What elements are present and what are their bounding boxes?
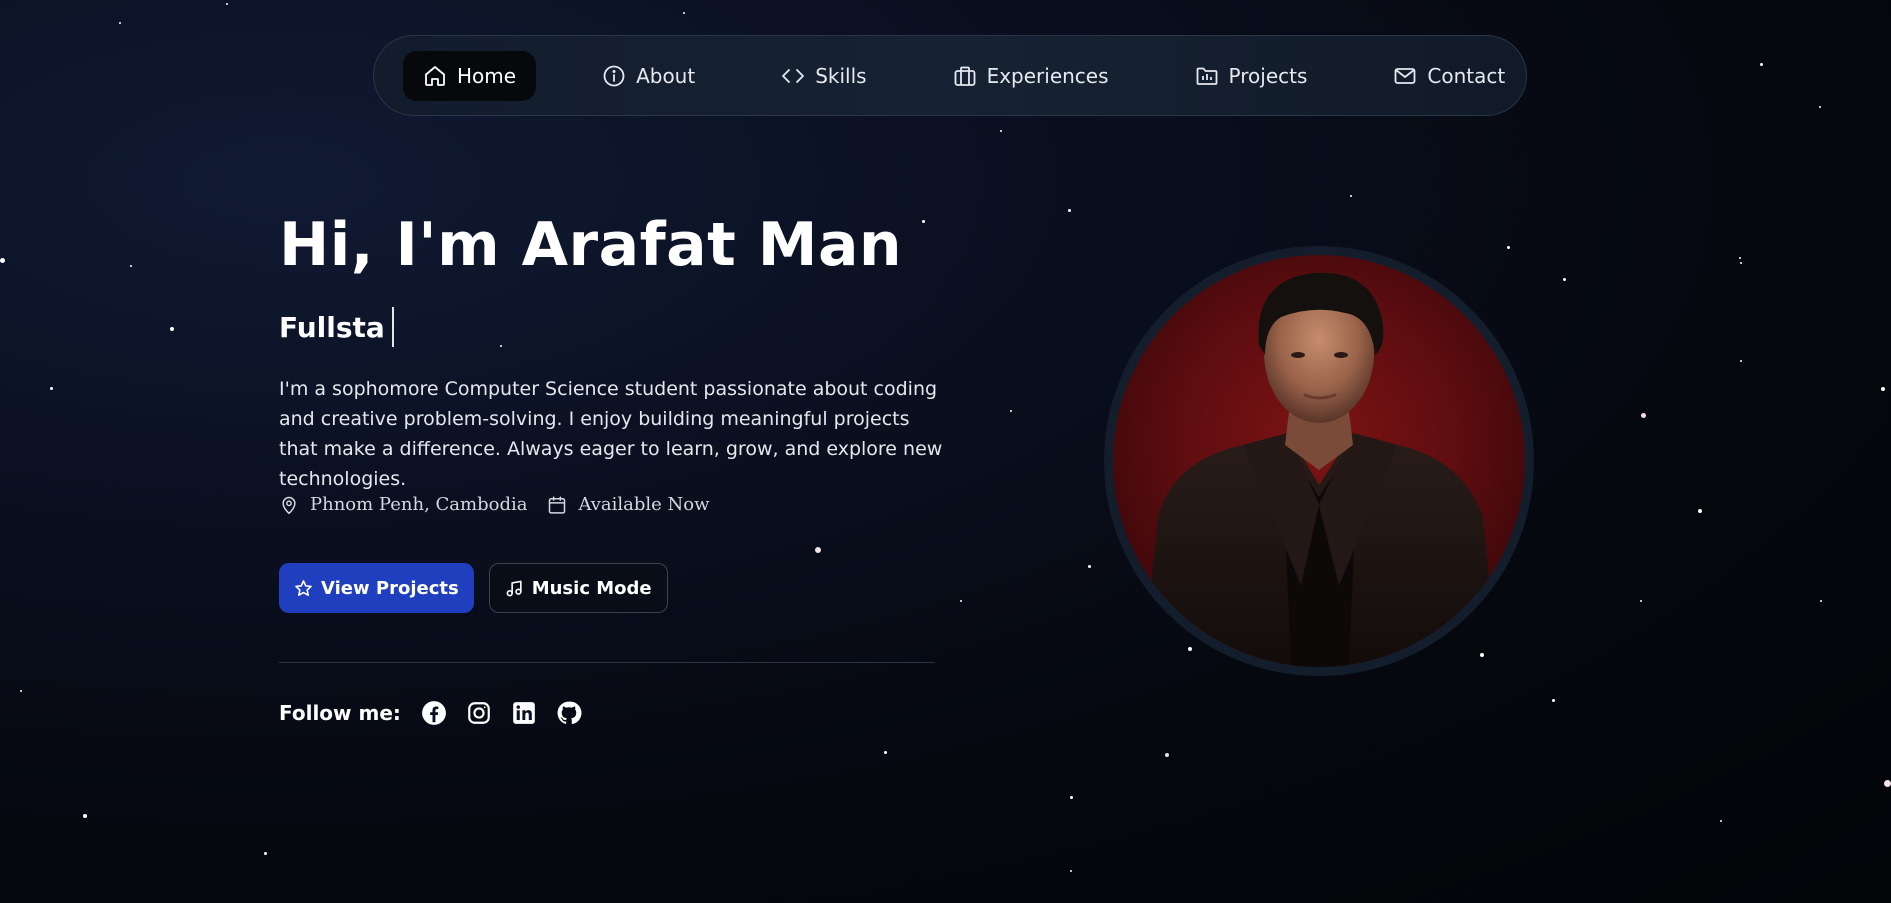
mail-icon	[1394, 67, 1416, 84]
nav-item-label: Projects	[1228, 63, 1308, 88]
star	[1641, 413, 1646, 418]
star	[1165, 753, 1169, 757]
star	[130, 265, 132, 267]
star	[1740, 360, 1742, 362]
star	[50, 387, 53, 390]
star	[1070, 796, 1073, 799]
nav-item-skills[interactable]: Skills	[761, 51, 886, 101]
nav-item-about[interactable]: About	[582, 51, 715, 101]
nav-item-experiences[interactable]: Experiences	[933, 51, 1129, 101]
typing-text: Fullsta	[279, 310, 385, 344]
info-icon	[603, 65, 625, 86]
star	[1760, 63, 1763, 66]
nav-item-projects[interactable]: Projects	[1175, 51, 1328, 101]
star	[1507, 246, 1510, 249]
folder-icon	[1196, 67, 1217, 85]
hero-actions: View Projects Music Mode	[279, 563, 668, 613]
star	[1698, 509, 1702, 513]
facebook-icon[interactable]	[421, 700, 447, 726]
star	[1188, 647, 1192, 651]
typing-caret	[391, 307, 394, 347]
github-icon[interactable]	[556, 700, 582, 726]
map-pin-icon	[282, 496, 296, 514]
star	[922, 220, 925, 223]
star	[1010, 410, 1012, 412]
nav-item-contact[interactable]: Contact	[1373, 51, 1525, 101]
star	[1070, 870, 1072, 872]
nav-item-label: About	[636, 63, 696, 88]
star	[1640, 600, 1642, 602]
view-projects-label: View Projects	[321, 577, 459, 599]
star	[1000, 130, 1002, 132]
typing-subtitle: Fullsta	[279, 307, 394, 347]
nav-item-label: Experiences	[986, 63, 1109, 88]
linkedin-icon[interactable]	[511, 700, 537, 726]
code-icon	[782, 68, 805, 83]
star	[1881, 387, 1885, 391]
location-text: Phnom Penh, Cambodia	[310, 494, 528, 515]
star	[0, 258, 5, 263]
section-divider	[279, 662, 935, 663]
music-mode-button[interactable]: Music Mode	[488, 563, 668, 613]
star	[119, 22, 121, 24]
follow-label: Follow me:	[279, 701, 401, 725]
star	[1739, 257, 1741, 259]
nav-item-label: Contact	[1427, 63, 1506, 88]
hero-description: I'm a sophomore Computer Science student…	[279, 378, 943, 490]
availability: Available Now	[547, 494, 710, 515]
star	[1884, 780, 1891, 787]
star	[264, 852, 267, 855]
star	[1740, 262, 1742, 264]
star	[1819, 106, 1821, 108]
music-mode-label: Music Mode	[531, 577, 652, 599]
star	[1068, 209, 1071, 212]
availability-text: Available Now	[578, 494, 710, 515]
nav-item-home[interactable]: Home	[403, 50, 537, 101]
star	[1480, 653, 1484, 657]
top-navigation: Home About Skills Experiences Projects C…	[373, 35, 1527, 116]
star	[1563, 278, 1566, 281]
star	[1350, 195, 1352, 197]
star	[815, 547, 821, 553]
star	[226, 3, 228, 5]
home-icon	[425, 65, 445, 86]
star	[1820, 600, 1822, 602]
briefcase-icon	[954, 66, 975, 86]
location: Phnom Penh, Cambodia	[279, 494, 527, 515]
star	[500, 345, 502, 347]
star-icon	[295, 579, 312, 596]
hero-title: Hi, I'm Arafat Man	[279, 210, 903, 280]
star	[960, 600, 962, 602]
profile-photo	[1104, 246, 1534, 676]
star	[683, 12, 685, 14]
music-note-icon	[506, 580, 522, 596]
instagram-icon[interactable]	[466, 700, 492, 726]
nav-item-label: Skills	[815, 63, 867, 88]
star	[1552, 699, 1555, 702]
person-silhouette	[1143, 272, 1498, 667]
hero-meta: Phnom Penh, Cambodia Available Now	[279, 494, 710, 515]
nav-item-label: Home	[457, 63, 517, 88]
star	[1720, 820, 1722, 822]
star	[1088, 565, 1091, 568]
star	[20, 690, 22, 692]
calendar-icon	[549, 495, 566, 514]
star	[884, 751, 887, 754]
view-projects-button[interactable]: View Projects	[279, 563, 474, 613]
star	[83, 814, 87, 818]
star	[170, 327, 174, 331]
social-links: Follow me:	[279, 700, 601, 726]
